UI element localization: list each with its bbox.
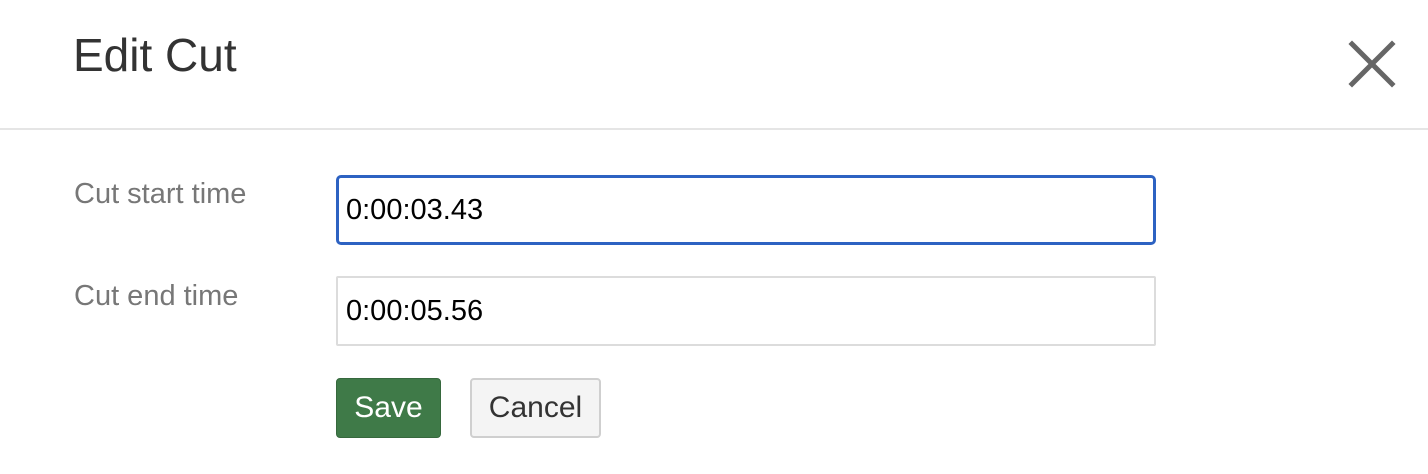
cut-end-time-label: Cut end time (74, 280, 239, 312)
close-button[interactable] (1346, 38, 1398, 90)
close-x-icon (1348, 40, 1396, 88)
cancel-button[interactable]: Cancel (470, 378, 601, 438)
edit-cut-dialog: Edit Cut Cut start time Cut end time Sav… (0, 0, 1428, 474)
dialog-title: Edit Cut (73, 29, 237, 81)
cut-start-time-label: Cut start time (74, 178, 247, 210)
save-button[interactable]: Save (336, 378, 441, 438)
dialog-header: Edit Cut (0, 0, 1428, 130)
cut-end-time-input[interactable] (336, 276, 1156, 346)
cut-start-time-input[interactable] (336, 175, 1156, 245)
